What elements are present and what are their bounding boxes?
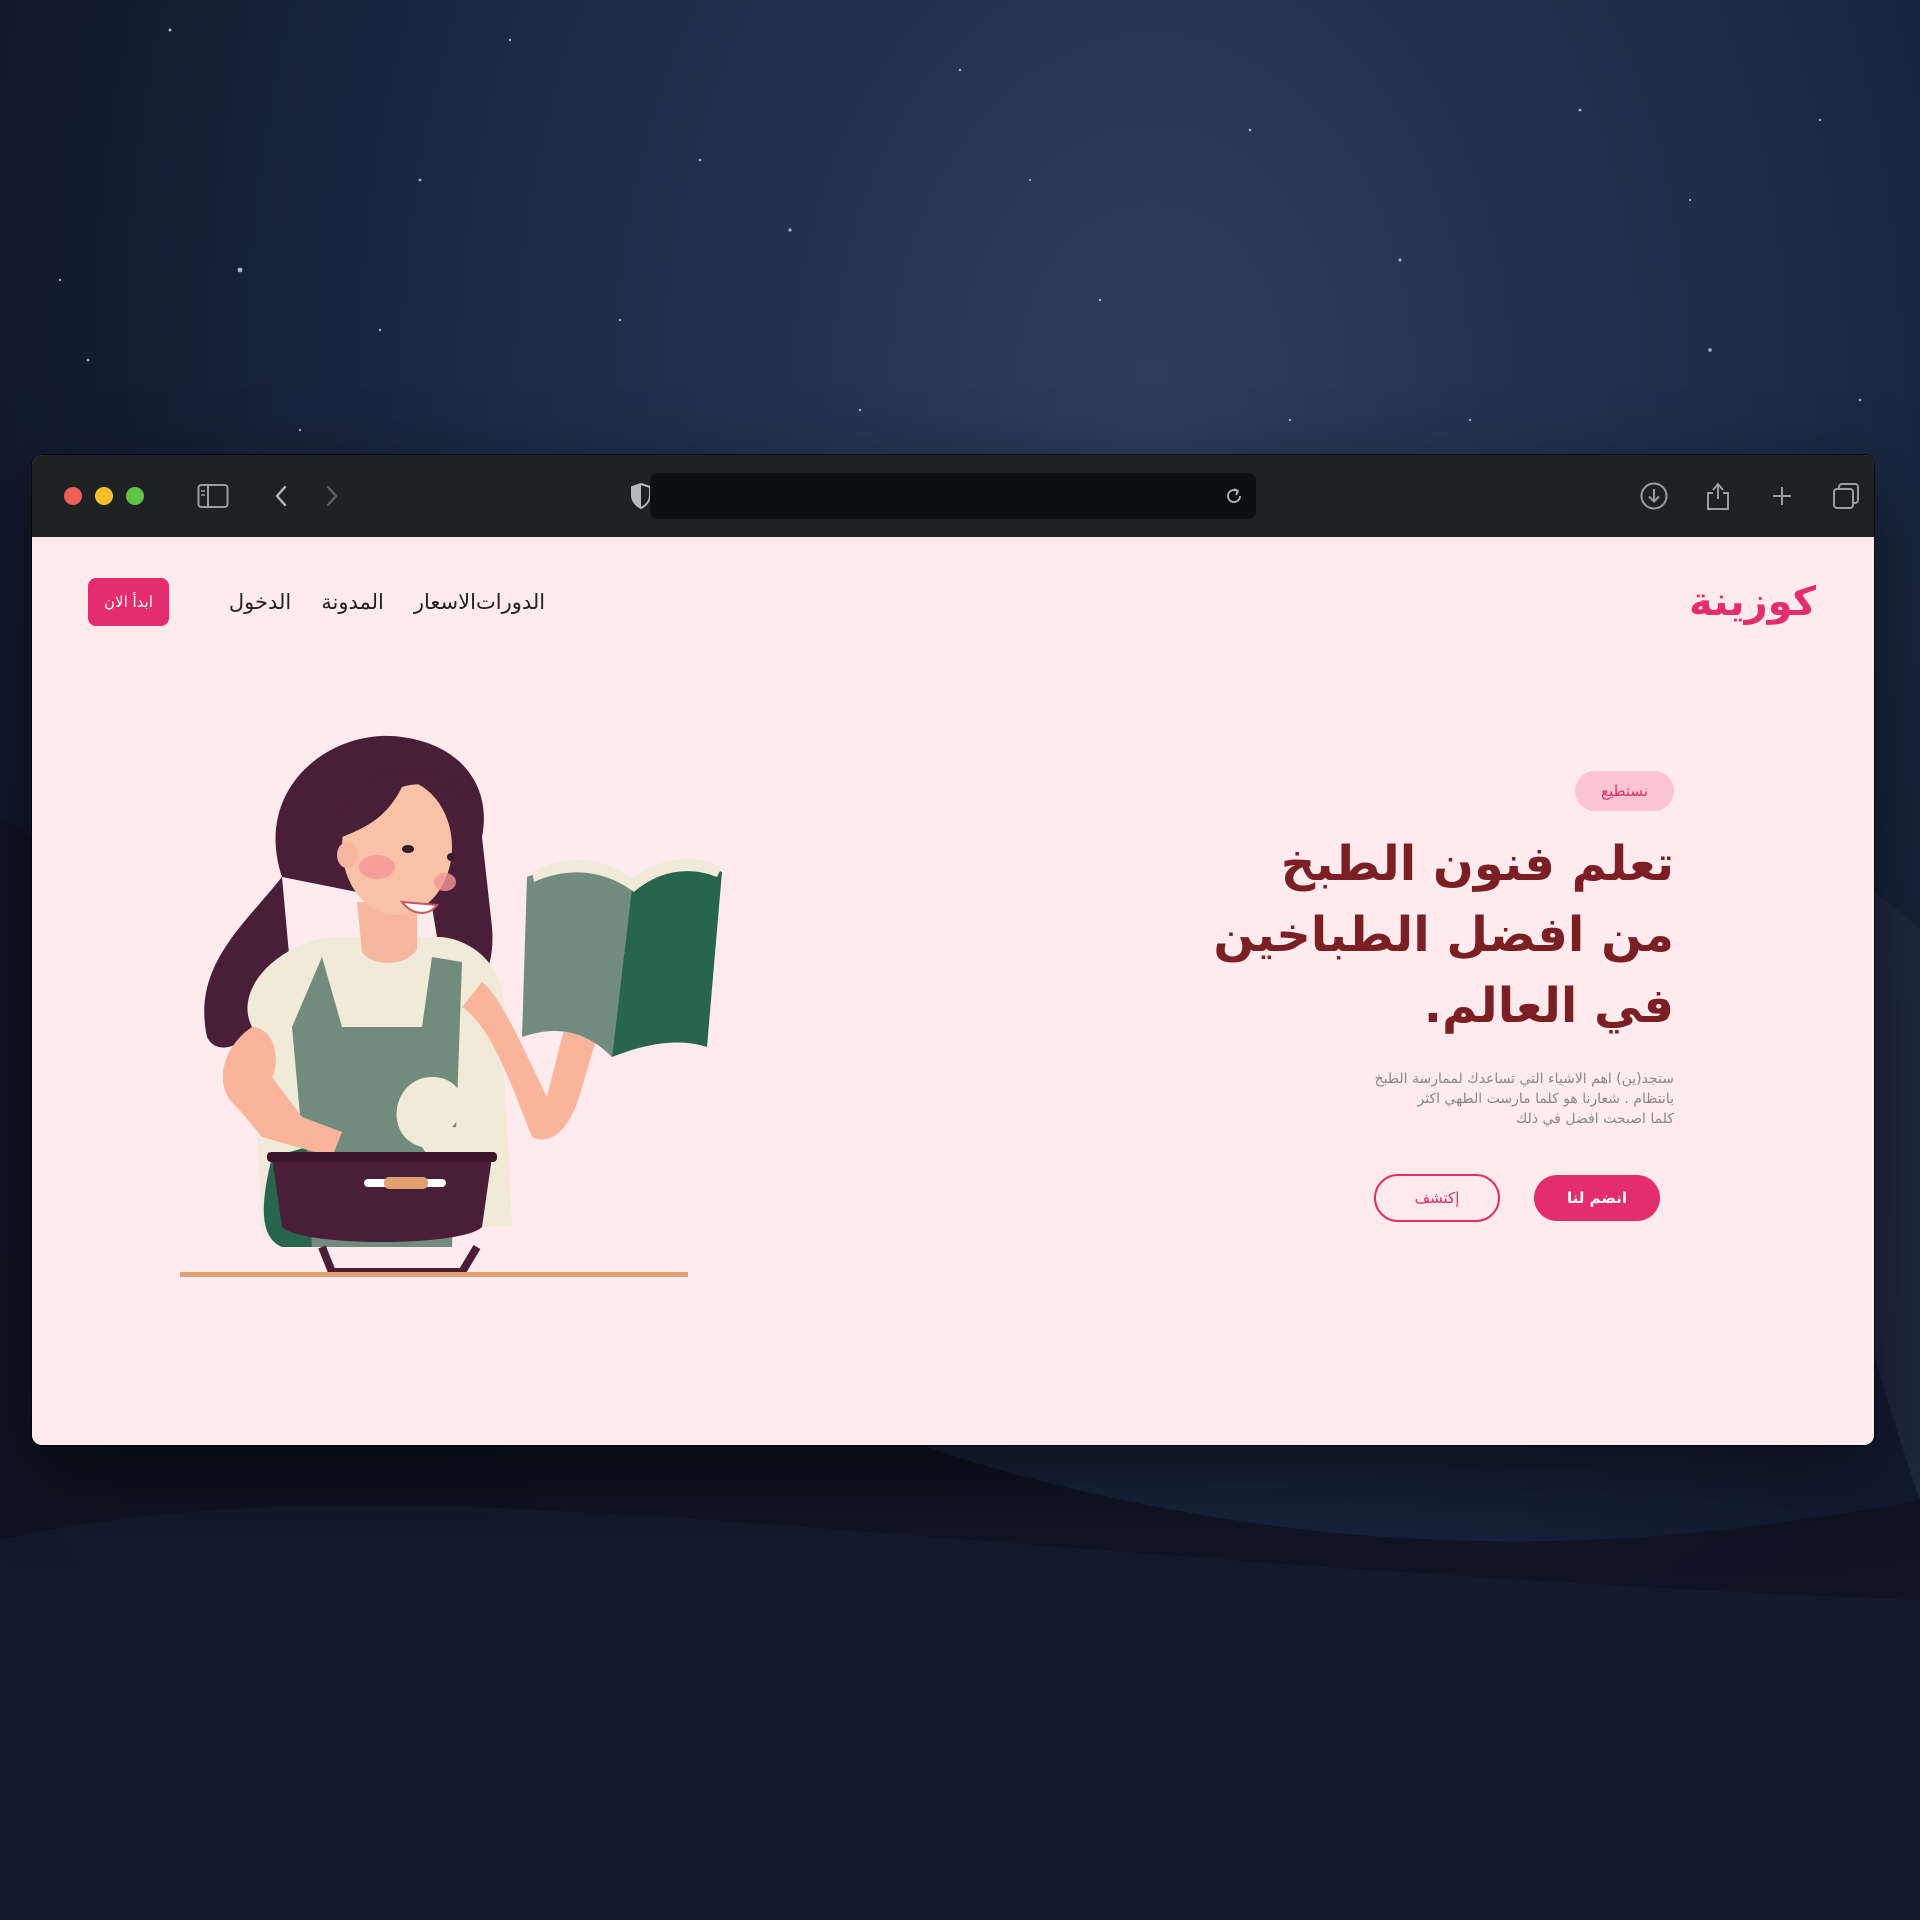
chef-woman-illustration [180,735,722,1277]
hero-description-line: بانتظام . شعارنا هو كلما مارست الطهي اكث… [1417,1091,1674,1107]
hero-headline: تعلم فنون الطبخ من افضل الطباخين في العا… [1114,829,1674,1042]
nav-link-courses[interactable]: الدورات [476,590,545,614]
minimize-window-button[interactable] [95,487,113,505]
forward-arrow-icon[interactable] [315,479,349,513]
download-icon[interactable] [1637,479,1671,513]
hero-description-line: كلما اصبحت افضل في ذلك [1515,1111,1674,1127]
nav-link-login[interactable]: الدخول [229,590,291,614]
nav-link-blog[interactable]: المدونة [321,590,384,614]
start-now-button[interactable]: ابدأ الان [88,578,169,626]
hero-description: ستجد(ين) اهم الاشياء التي تساعدك لممارسة… [1314,1069,1674,1129]
landing-page: كوزينة الدورات الاسعار المدونة الدخول اب… [32,537,1874,1445]
hero-badge: نستطيع [1575,771,1674,811]
close-window-button[interactable] [64,487,82,505]
hero-headline-line: في العالم. [1423,978,1674,1034]
share-icon[interactable] [1701,479,1735,513]
reload-icon[interactable] [1218,480,1250,512]
hero-headline-line: من افضل الطباخين [1213,907,1674,963]
site-logo[interactable]: كوزينة [1689,579,1816,625]
browser-toolbar [32,455,1874,538]
zoom-window-button[interactable] [126,487,144,505]
back-arrow-icon[interactable] [264,479,298,513]
address-bar[interactable] [650,473,1256,519]
main-nav: الدورات الاسعار المدونة الدخول ابدأ الان [88,577,545,627]
hero-headline-line: تعلم فنون الطبخ [1280,836,1674,892]
tabs-overview-icon[interactable] [1829,479,1863,513]
sidebar-icon[interactable] [196,479,230,513]
nav-link-pricing[interactable]: الاسعار [414,590,476,614]
browser-window: كوزينة الدورات الاسعار المدونة الدخول اب… [32,455,1874,1445]
new-tab-icon[interactable] [1765,479,1799,513]
explore-button[interactable]: إكتشف [1374,1174,1500,1222]
hero-description-line: ستجد(ين) اهم الاشياء التي تساعدك لممارسة… [1374,1071,1674,1087]
join-us-button[interactable]: انضم لنا [1534,1175,1660,1221]
